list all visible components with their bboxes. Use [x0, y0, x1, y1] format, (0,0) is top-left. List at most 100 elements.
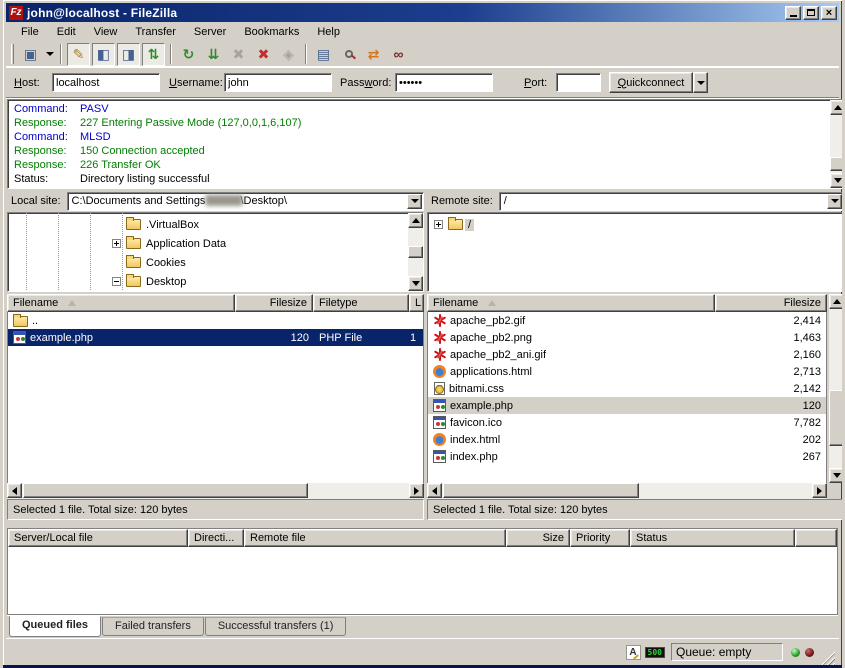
toggle-local-tree-button[interactable]: ◧	[92, 43, 115, 66]
column-header-filename[interactable]: Filename	[427, 294, 715, 312]
collapse-icon[interactable]	[112, 277, 121, 286]
find-files-button[interactable]: ∞	[387, 43, 410, 66]
tree-item-cookies[interactable]: Cookies	[112, 253, 189, 272]
local-horizontal-scrollbar[interactable]	[7, 483, 424, 499]
menu-bar: FileEditViewTransferServerBookmarksHelp	[6, 22, 839, 41]
cancel-operation-button[interactable]: ✖	[227, 43, 250, 66]
tab-failed-transfers[interactable]: Failed transfers	[102, 617, 204, 636]
folder-icon	[126, 257, 141, 268]
toggle-transfer-queue-button[interactable]: ⇅	[142, 43, 165, 66]
toggle-message-log-button[interactable]: ✎	[67, 43, 90, 66]
scroll-thumb[interactable]	[23, 483, 308, 498]
menu-edit[interactable]: Edit	[48, 24, 85, 40]
column-header-filesize[interactable]: Filesize	[235, 294, 313, 312]
file-row-example-php[interactable]: example.php120PHP File1	[8, 329, 423, 346]
resize-grip[interactable]	[821, 651, 835, 665]
queue-column-remote-file[interactable]: Remote file	[244, 529, 506, 547]
scroll-down-button[interactable]	[829, 468, 844, 483]
disconnect-button[interactable]: ✖	[252, 43, 275, 66]
refresh-button[interactable]: ↻	[177, 43, 200, 66]
tab-queued-files[interactable]: Queued files	[9, 616, 101, 637]
scroll-thumb[interactable]	[830, 157, 845, 171]
file-row-bitnami-css[interactable]: bitnami.css2,142	[428, 380, 826, 397]
quickconnect-button[interactable]: Quickconnect	[609, 72, 693, 93]
toolbar-grip[interactable]	[11, 44, 14, 64]
minimize-icon	[790, 15, 797, 17]
file-row--[interactable]: ..	[8, 312, 423, 329]
queue-column-priority[interactable]: Priority	[570, 529, 630, 547]
scroll-up-button[interactable]	[408, 213, 423, 228]
menu-help[interactable]: Help	[308, 24, 349, 40]
file-row-applications-html[interactable]: applications.html2,713	[428, 363, 826, 380]
port-input[interactable]	[556, 73, 601, 92]
close-button[interactable]: ×	[821, 6, 837, 20]
site-manager-dropdown-button[interactable]	[43, 43, 56, 66]
file-row-apache-pb2-gif[interactable]: apache_pb2.gif2,414	[428, 312, 826, 329]
maximize-button[interactable]	[803, 6, 819, 20]
tree-scrollbar[interactable]	[408, 213, 423, 291]
queue-column-directi-[interactable]: Directi...	[188, 529, 244, 547]
scroll-thumb[interactable]	[829, 390, 844, 446]
file-row-example-php[interactable]: example.php120	[428, 397, 826, 414]
column-header-filetype[interactable]: Filetype	[313, 294, 409, 312]
host-input[interactable]	[52, 73, 160, 92]
local-file-list-header: FilenameFilesizeFiletypeL	[7, 294, 424, 312]
scroll-left-button[interactable]	[427, 483, 442, 498]
file-row-apache-pb2-ani-gif[interactable]: apache_pb2_ani.gif2,160	[428, 346, 826, 363]
tab-successful-transfers-1-[interactable]: Successful transfers (1)	[205, 617, 347, 636]
remote-vertical-scrollbar[interactable]	[827, 294, 844, 483]
scroll-left-button[interactable]	[7, 483, 22, 498]
tree-item-application-data[interactable]: Application Data	[112, 234, 229, 253]
transfer-type-indicator-icon[interactable]: A	[626, 645, 641, 660]
minimize-button[interactable]	[785, 6, 801, 20]
filename-filters-button[interactable]	[337, 43, 360, 66]
synchronized-browsing-button[interactable]: ⇄	[362, 43, 385, 66]
file-row-apache-pb2-png[interactable]: apache_pb2.png1,463	[428, 329, 826, 346]
column-header-filesize[interactable]: Filesize	[715, 294, 827, 312]
toggle-remote-tree-button[interactable]: ◨	[117, 43, 140, 66]
open-site-manager-button[interactable]: ▣	[19, 43, 42, 66]
expand-icon[interactable]	[434, 220, 443, 229]
remote-site-dropdown-button[interactable]	[827, 194, 842, 209]
file-row-favicon-ico[interactable]: favicon.ico7,782	[428, 414, 826, 431]
scroll-up-button[interactable]	[830, 100, 845, 115]
queue-column-server-local-file[interactable]: Server/Local file	[8, 529, 188, 547]
scroll-up-button[interactable]	[829, 294, 844, 309]
local-file-list: ..example.php120PHP File1	[7, 312, 424, 483]
remote-horizontal-scrollbar[interactable]	[427, 483, 827, 499]
remote-site-combo[interactable]: /	[499, 192, 844, 211]
menu-view[interactable]: View	[85, 24, 127, 40]
file-row-index-php[interactable]: index.php267	[428, 448, 826, 465]
process-queue-button[interactable]: ⇊	[202, 43, 225, 66]
local-site-dropdown-button[interactable]	[407, 194, 422, 209]
file-row-index-html[interactable]: index.html202	[428, 431, 826, 448]
tree-item-desktop[interactable]: Desktop	[112, 272, 189, 291]
scroll-right-button[interactable]	[812, 483, 827, 498]
expand-icon[interactable]	[112, 239, 121, 248]
scroll-down-button[interactable]	[408, 276, 423, 291]
username-input[interactable]	[224, 73, 332, 92]
menu-transfer[interactable]: Transfer	[126, 24, 185, 40]
tree-item--[interactable]: /	[434, 215, 474, 234]
scroll-right-button[interactable]	[409, 483, 424, 498]
log-scrollbar[interactable]	[830, 100, 845, 188]
log-type-label: Response:	[14, 116, 80, 130]
menu-server[interactable]: Server	[185, 24, 235, 40]
reconnect-button[interactable]: ◈	[277, 43, 300, 66]
menu-file[interactable]: File	[12, 24, 48, 40]
file-modified-cell	[410, 312, 423, 329]
menu-bookmarks[interactable]: Bookmarks	[235, 24, 308, 40]
local-site-combo[interactable]: C:\Documents and Settings████████\Deskto…	[67, 192, 424, 211]
scroll-thumb[interactable]	[408, 246, 423, 258]
queue-column-size[interactable]: Size	[506, 529, 570, 547]
scroll-down-button[interactable]	[830, 173, 845, 188]
speedlimit-indicator-icon[interactable]: 500	[645, 647, 665, 658]
queue-column-status[interactable]: Status	[630, 529, 795, 547]
scroll-thumb[interactable]	[443, 483, 639, 498]
password-input[interactable]	[395, 73, 493, 92]
quickconnect-dropdown-button[interactable]	[693, 72, 708, 93]
directory-comparison-button[interactable]: ▤	[312, 43, 335, 66]
tree-item--virtualbox[interactable]: .VirtualBox	[112, 215, 202, 234]
column-header-filename[interactable]: Filename	[7, 294, 235, 312]
column-header-l[interactable]: L	[409, 294, 424, 312]
